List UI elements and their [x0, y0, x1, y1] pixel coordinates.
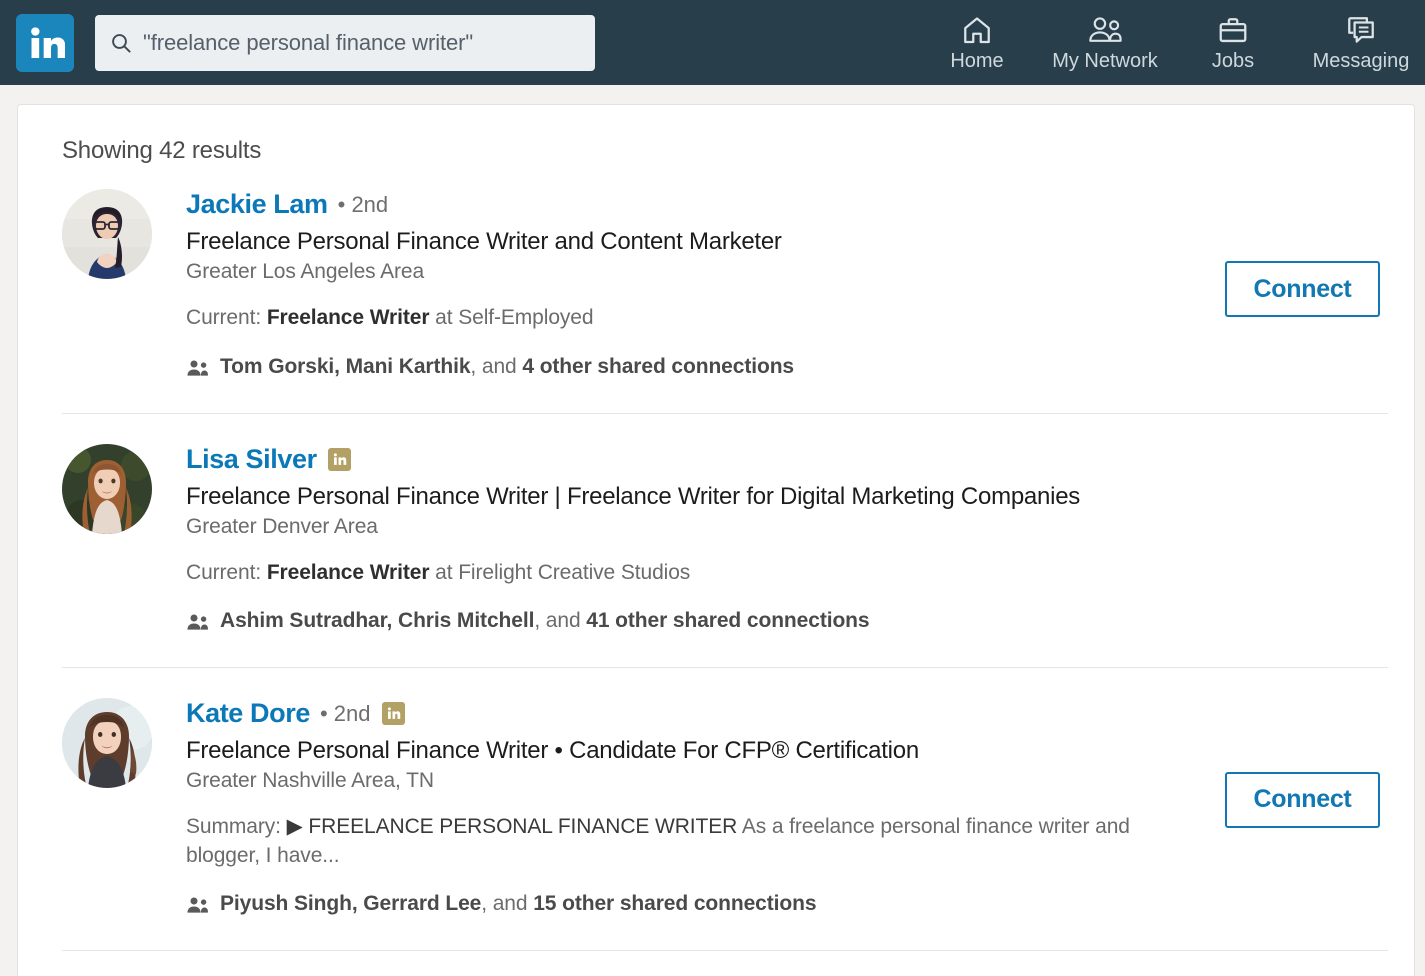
profile-current-position: Current: Freelance Writer at Self-Employ…: [186, 304, 1186, 332]
profile-name-link[interactable]: Lisa Silver: [186, 446, 317, 473]
meta-strong: Freelance Writer: [267, 561, 430, 584]
people-icon: [186, 358, 210, 378]
shared-names: Piyush Singh, Gerrard Lee: [220, 892, 481, 915]
connect-button[interactable]: Connect: [1225, 261, 1380, 317]
nav-item-jobs[interactable]: Jobs: [1169, 0, 1297, 85]
global-header: "freelance personal finance writer" Home…: [0, 0, 1425, 85]
result-info: Lisa Silver Freelance Personal Finance W…: [186, 444, 1388, 634]
search-icon: [109, 31, 133, 55]
avatar-jackie-lam[interactable]: [62, 189, 152, 279]
search-input[interactable]: "freelance personal finance writer": [95, 15, 595, 71]
nav-label-home: Home: [950, 50, 1003, 73]
meta-strong: Freelance Writer: [267, 306, 430, 329]
profile-location: Greater Nashville Area, TN: [186, 769, 1388, 793]
meta-label: Summary:: [186, 815, 281, 838]
result-info: Kate Dore • 2nd Freelance Personal Finan…: [186, 698, 1388, 916]
linkedin-premium-badge-icon: [382, 702, 405, 725]
profile-summary: Summary: ▶ FREELANCE PERSONAL FINANCE WR…: [186, 813, 1186, 870]
shared-names: Tom Gorski, Mani Karthik: [220, 355, 470, 378]
meta-label: Current:: [186, 561, 261, 584]
search-result-item-partial: [18, 950, 1414, 976]
linkedin-premium-badge-icon: [328, 448, 351, 471]
avatar-kate-dore[interactable]: [62, 698, 152, 788]
nav-label-messaging: Messaging: [1313, 50, 1410, 73]
shared-connections[interactable]: Tom Gorski, Mani Karthik, and 4 other sh…: [186, 355, 1388, 379]
profile-headline: Freelance Personal Finance Writer and Co…: [186, 227, 1388, 256]
profile-headline: Freelance Personal Finance Writer • Cand…: [186, 736, 1388, 765]
messaging-icon: [1344, 12, 1378, 46]
page-body: Showing 42 results: [0, 85, 1425, 976]
profile-name-link[interactable]: Jackie Lam: [186, 191, 328, 218]
name-row: Jackie Lam • 2nd: [186, 191, 1388, 218]
connection-degree: • 2nd: [320, 703, 371, 725]
meta-strong: ▶ FREELANCE PERSONAL FINANCE WRITER: [287, 815, 738, 838]
shared-connections-text: Piyush Singh, Gerrard Lee, and 15 other …: [220, 892, 816, 916]
nav-item-my-network[interactable]: My Network: [1041, 0, 1169, 85]
results-count: Showing 42 results: [18, 105, 1414, 165]
result-info: Jackie Lam • 2nd Freelance Personal Fina…: [186, 189, 1388, 379]
shared-middle: , and: [481, 892, 533, 915]
name-row: Kate Dore • 2nd: [186, 700, 1388, 727]
shared-connections-text: Tom Gorski, Mani Karthik, and 4 other sh…: [220, 355, 794, 379]
home-icon: [960, 12, 994, 46]
search-result-item: Lisa Silver Freelance Personal Finance W…: [18, 413, 1414, 668]
linkedin-logo-icon[interactable]: [16, 14, 74, 72]
shared-connections[interactable]: Ashim Sutradhar, Chris Mitchell, and 41 …: [186, 609, 1388, 633]
profile-location: Greater Los Angeles Area: [186, 260, 1388, 284]
meta-label: Current:: [186, 306, 261, 329]
shared-others: 15 other shared connections: [533, 892, 816, 915]
briefcase-icon: [1217, 12, 1249, 46]
shared-middle: , and: [534, 609, 586, 632]
search-result-item: Kate Dore • 2nd Freelance Personal Finan…: [18, 667, 1414, 950]
shared-others: 4 other shared connections: [522, 355, 794, 378]
profile-headline: Freelance Personal Finance Writer | Free…: [186, 482, 1388, 511]
profile-location: Greater Denver Area: [186, 515, 1388, 539]
shared-connections-text: Ashim Sutradhar, Chris Mitchell, and 41 …: [220, 609, 869, 633]
people-icon: [1086, 12, 1124, 46]
meta-rest: at Firelight Creative Studios: [435, 561, 690, 584]
nav-item-messaging[interactable]: Messaging: [1297, 0, 1425, 85]
meta-rest: at Self-Employed: [435, 306, 593, 329]
shared-connections[interactable]: Piyush Singh, Gerrard Lee, and 15 other …: [186, 892, 1388, 916]
profile-name-link[interactable]: Kate Dore: [186, 700, 310, 727]
search-results-card: Showing 42 results: [17, 104, 1415, 976]
shared-others: 41 other shared connections: [586, 609, 869, 632]
nav-item-home[interactable]: Home: [913, 0, 1041, 85]
search-input-value: "freelance personal finance writer": [143, 30, 473, 56]
people-icon: [186, 612, 210, 632]
avatar-lisa-silver[interactable]: [62, 444, 152, 534]
primary-navigation: Home My Network Jobs: [913, 0, 1425, 85]
nav-label-jobs: Jobs: [1212, 50, 1254, 73]
connection-degree: • 2nd: [338, 194, 389, 216]
shared-names: Ashim Sutradhar, Chris Mitchell: [220, 609, 534, 632]
nav-label-my-network: My Network: [1052, 50, 1158, 73]
people-icon: [186, 895, 210, 915]
name-row: Lisa Silver: [186, 446, 1388, 473]
profile-current-position: Current: Freelance Writer at Firelight C…: [186, 559, 1186, 587]
shared-middle: , and: [470, 355, 522, 378]
search-result-item: Jackie Lam • 2nd Freelance Personal Fina…: [18, 165, 1414, 413]
